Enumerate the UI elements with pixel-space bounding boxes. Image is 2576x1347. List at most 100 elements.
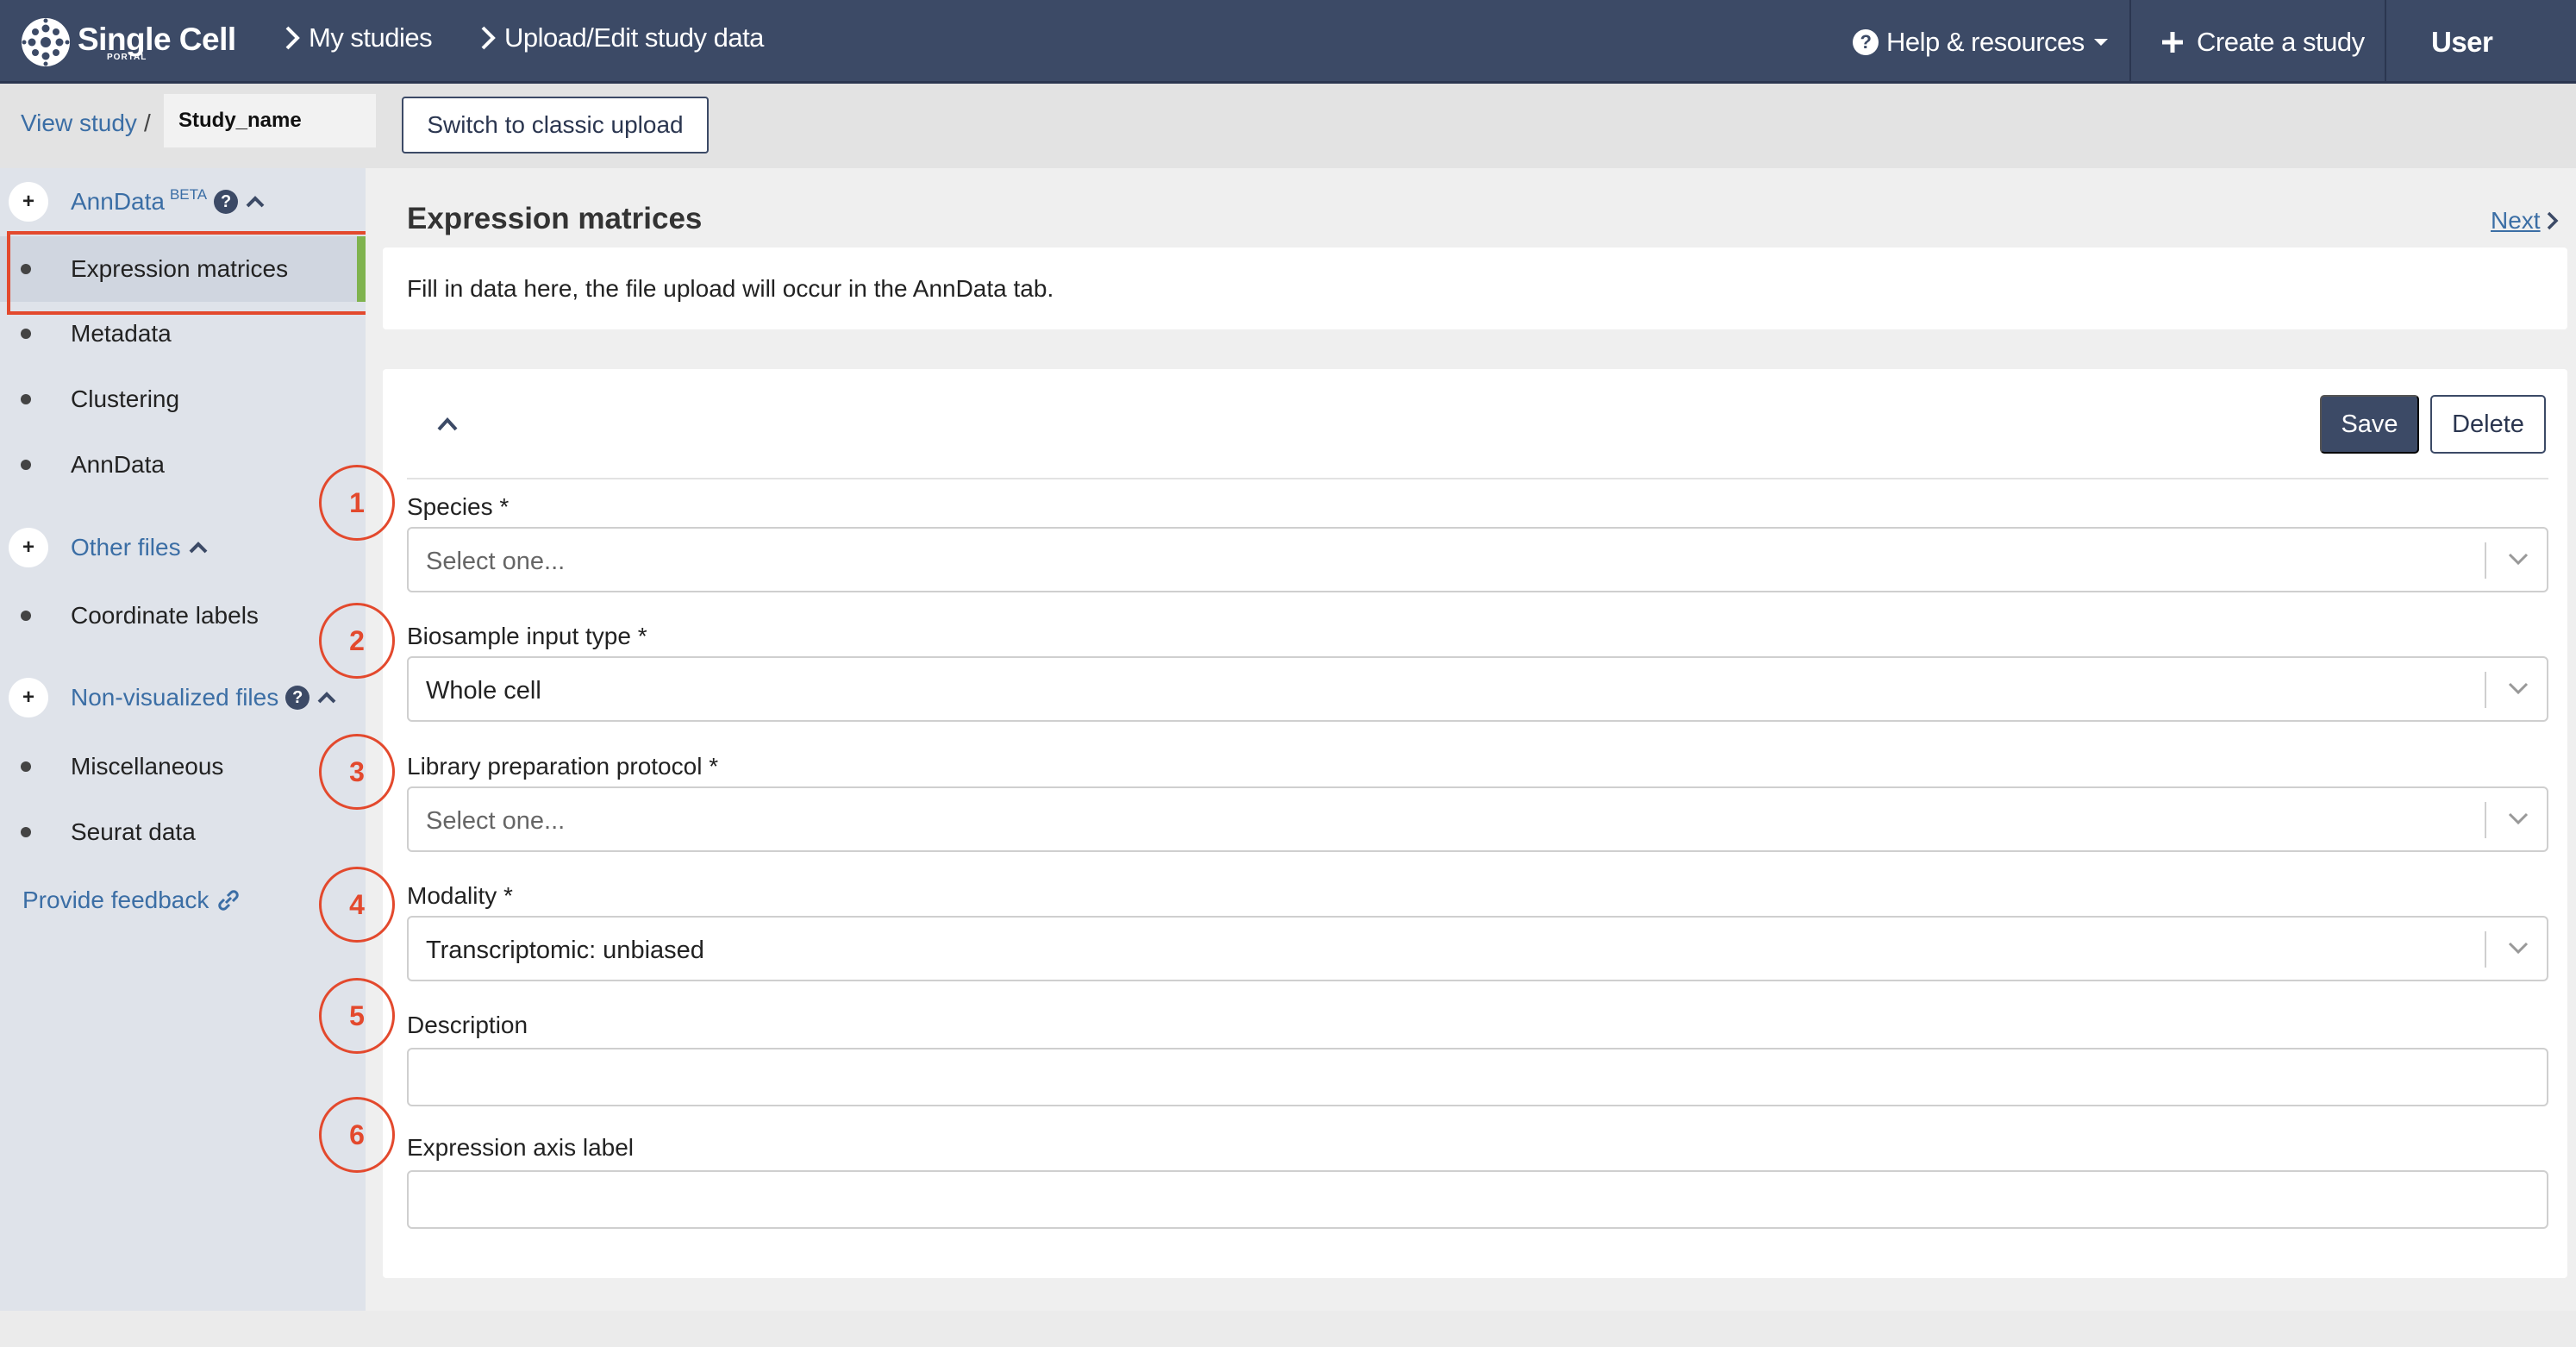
switch-classic-upload-button[interactable]: Switch to classic upload (402, 97, 709, 153)
delete-button[interactable]: Delete (2430, 395, 2546, 454)
biosample-input-type-select[interactable]: Whole cell (407, 656, 2548, 722)
save-button[interactable]: Save (2320, 395, 2419, 454)
sidebar-non-visualized-heading: Non-visualized files (71, 684, 279, 711)
biosample-input-type-value: Whole cell (426, 677, 541, 705)
single-cell-logo-icon (22, 18, 70, 66)
question-circle-icon: ? (1853, 28, 1879, 55)
svg-text:?: ? (1860, 31, 1872, 53)
species-label: Species * (407, 493, 510, 520)
sidebar-item-label: AnnData (71, 451, 165, 478)
sidebar-item-coordinate-labels[interactable]: Coordinate labels (0, 590, 366, 642)
beta-badge: BETA (169, 186, 208, 203)
brand-name: Single Cell (78, 21, 236, 57)
chevron-right-icon (481, 26, 496, 50)
sidebar-item-clustering[interactable]: Clustering (0, 373, 366, 425)
expand-plus-icon[interactable]: + (9, 678, 48, 717)
brand-logo-link[interactable]: Single Cell PORTAL (19, 12, 236, 72)
sidebar-item-label: Clustering (71, 385, 180, 412)
question-circle-icon[interactable]: ? (285, 686, 310, 710)
chevron-down-icon[interactable] (2507, 551, 2529, 567)
annotation-marker-3: 3 (319, 734, 395, 810)
provide-feedback-row: Provide feedback (0, 874, 366, 926)
chevron-right-icon (285, 26, 300, 50)
sidebar-item-miscellaneous[interactable]: Miscellaneous (0, 741, 366, 793)
sidebar-item-label: Miscellaneous (71, 753, 224, 780)
expand-plus-icon[interactable]: + (9, 528, 48, 567)
species-select-value: Select one... (426, 548, 566, 575)
nav-upload-edit-label: Upload/Edit study data (504, 22, 764, 53)
select-separator (2485, 931, 2486, 968)
nav-divider (2129, 0, 2131, 84)
nav-upload-edit-link[interactable]: Upload/Edit study data (480, 22, 764, 53)
bullet-icon (21, 611, 31, 621)
chevron-up-icon[interactable] (188, 541, 209, 554)
next-link[interactable]: Next (2491, 207, 2560, 235)
expression-axis-label-label: Expression axis label (407, 1134, 635, 1161)
sidebar-section-other-files[interactable]: + Other files (0, 522, 366, 573)
nav-my-studies-link[interactable]: My studies (284, 22, 433, 53)
study-subheader: View study / Study_name Switch to classi… (0, 84, 2576, 168)
select-separator (2485, 802, 2486, 838)
divider (407, 478, 2548, 479)
chevron-up-icon[interactable] (435, 414, 460, 433)
select-separator (2485, 672, 2486, 708)
bullet-icon (21, 329, 31, 339)
select-separator (2485, 542, 2486, 579)
info-card: Fill in data here, the file upload will … (383, 247, 2567, 329)
question-circle-icon[interactable]: ? (214, 190, 239, 214)
bullet-icon (21, 761, 31, 772)
sidebar-section-anndata[interactable]: + AnnData BETA ? (0, 176, 366, 228)
plus-icon (2162, 31, 2183, 53)
user-label: User (2431, 25, 2493, 58)
chevron-up-icon[interactable] (316, 691, 337, 705)
chevron-down-icon[interactable] (2507, 811, 2529, 826)
view-study-link[interactable]: View study (21, 110, 137, 137)
nav-my-studies-label: My studies (309, 22, 433, 53)
next-label: Next (2491, 207, 2541, 234)
sidebar-other-files-heading: Other files (71, 534, 181, 561)
sidebar-item-metadata[interactable]: Metadata (0, 308, 366, 360)
sidebar-anndata-heading: AnnData (71, 188, 165, 215)
user-menu[interactable]: User (2431, 0, 2493, 84)
annotation-marker-1: 1 (319, 465, 395, 541)
caret-down-icon (2093, 38, 2108, 46)
annotation-marker-4: 4 (319, 867, 395, 943)
help-resources-dropdown[interactable]: ? Help & resources (1852, 0, 2109, 84)
external-link-icon (218, 890, 240, 911)
description-input[interactable] (407, 1048, 2548, 1106)
create-study-button[interactable]: Create a study (2160, 0, 2365, 84)
sidebar-item-seurat-data[interactable]: Seurat data (0, 806, 366, 858)
sidebar-item-label: Metadata (71, 320, 172, 347)
modality-select[interactable]: Transcriptomic: unbiased (407, 916, 2548, 981)
chevron-up-icon[interactable] (245, 195, 266, 209)
biosample-input-type-label: Biosample input type * (407, 623, 647, 649)
expression-matrix-form: Save Delete Species * Select one... Bios… (383, 369, 2567, 1278)
library-prep-protocol-select[interactable]: Select one... (407, 786, 2548, 852)
provide-feedback-link[interactable]: Provide feedback (22, 887, 241, 914)
create-study-label: Create a study (2197, 26, 2365, 57)
sidebar-item-label: Coordinate labels (71, 602, 259, 629)
species-select[interactable]: Select one... (407, 527, 2548, 592)
expand-plus-icon[interactable]: + (9, 182, 48, 222)
bullet-icon (21, 394, 31, 404)
description-label: Description (407, 1012, 528, 1038)
chevron-down-icon[interactable] (2507, 940, 2529, 955)
sidebar-item-anndata[interactable]: AnnData (0, 439, 366, 491)
nav-divider (2385, 0, 2386, 84)
sidebar-section-non-visualized[interactable]: + Non-visualized files ? (0, 672, 366, 724)
expression-axis-label-input[interactable] (407, 1170, 2548, 1229)
annotation-marker-6: 6 (319, 1097, 395, 1173)
modality-label: Modality * (407, 882, 513, 909)
library-prep-protocol-value: Select one... (426, 807, 566, 835)
library-prep-protocol-label: Library preparation protocol * (407, 753, 719, 780)
breadcrumb-separator: / (144, 110, 151, 136)
upload-sidebar: + AnnData BETA ? Expression matrices Met… (0, 168, 366, 1311)
info-message: Fill in data here, the file upload will … (407, 275, 1054, 302)
help-resources-label: Help & resources (1886, 26, 2085, 57)
provide-feedback-label: Provide feedback (22, 887, 209, 913)
annotation-marker-2: 2 (319, 603, 395, 679)
annotation-marker-5: 5 (319, 978, 395, 1054)
highlight-box-annotation (7, 231, 381, 315)
study-name-label: Study_name (164, 94, 376, 147)
chevron-down-icon[interactable] (2507, 680, 2529, 696)
